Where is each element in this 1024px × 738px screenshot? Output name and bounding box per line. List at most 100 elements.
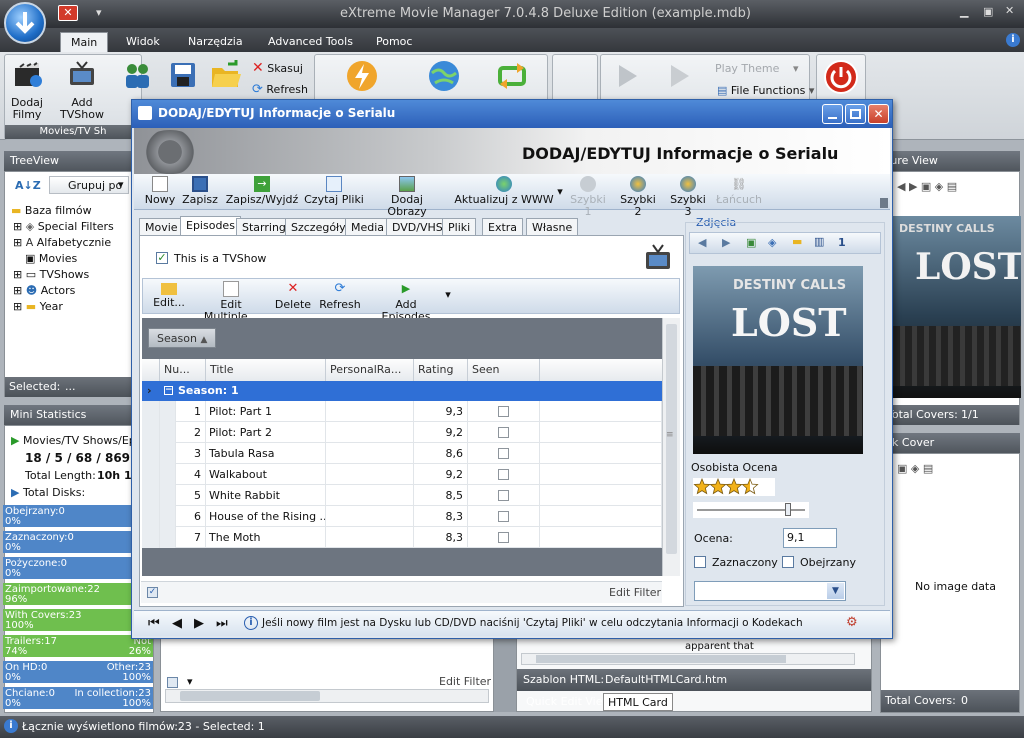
close-window-icon[interactable]: ✕ xyxy=(1005,4,1014,17)
close-document-button[interactable]: ✕ xyxy=(58,5,78,21)
list-checkbox[interactable] xyxy=(167,677,178,688)
add-movies-button[interactable]: Dodaj Filmy xyxy=(7,59,47,121)
seen-checkbox[interactable] xyxy=(498,427,509,438)
add-episodes-dropdown-icon[interactable]: ▾ xyxy=(443,289,453,321)
filter-checkbox[interactable]: ✓ xyxy=(147,587,158,598)
save-button[interactable]: Zapisz xyxy=(180,176,220,208)
image-type-select[interactable]: ▼ xyxy=(694,581,846,601)
seen-checkbox[interactable] xyxy=(498,490,509,501)
tab-advanced-tools[interactable]: Advanced Tools xyxy=(258,32,363,52)
table-row[interactable]: 4 Walkabout 9,2 xyxy=(142,464,662,485)
save-exit-button[interactable]: → Zapisz/Wyjdź xyxy=(222,176,302,208)
tab-pomoc[interactable]: Pomoc xyxy=(366,32,422,52)
sync-arrows-icon[interactable] xyxy=(495,59,529,93)
seen-checkbox[interactable] xyxy=(498,532,509,543)
slider-thumb[interactable] xyxy=(785,503,791,516)
tab-extra[interactable]: Extra xyxy=(482,218,524,236)
tab-narzedzia[interactable]: Narzędzia xyxy=(178,32,253,52)
edit-multiple-button[interactable]: Edit Multiple... xyxy=(193,281,269,323)
read-files-button[interactable]: Czytaj Pliki xyxy=(304,176,364,208)
table-row[interactable]: 7 The Moth 8,3 xyxy=(142,527,662,548)
dialog-minimize-button[interactable] xyxy=(822,104,843,124)
dialog-close-button[interactable]: ✕ xyxy=(868,104,889,124)
quick3-button[interactable]: Szybki 3 xyxy=(666,176,710,218)
quick1-button[interactable]: Szybki 1 xyxy=(566,176,610,218)
obejrzany-checkbox[interactable] xyxy=(782,556,794,568)
play-next-icon[interactable] xyxy=(667,63,693,89)
tab-szczegoly[interactable]: Szczegóły xyxy=(285,218,352,236)
refresh-button[interactable]: ⟳ Refresh xyxy=(252,82,308,97)
prev-image-icon[interactable]: ◀ xyxy=(698,236,706,249)
html-scrollbar[interactable] xyxy=(521,653,855,665)
delete-episode-button[interactable]: ✕ Delete xyxy=(273,281,313,313)
list-scrollbar[interactable] xyxy=(165,689,489,703)
tab-wlasne[interactable]: Własne xyxy=(526,218,579,236)
list-dropdown-icon[interactable]: ▾ xyxy=(187,675,193,688)
add-episodes-button[interactable]: ▶ Add Episodes xyxy=(371,281,441,323)
html-card-tab[interactable]: HTML Card xyxy=(603,693,673,711)
open-image-folder-icon[interactable]: ▬ xyxy=(792,235,802,248)
app-orb-button[interactable] xyxy=(4,2,46,44)
pic-nav-icons[interactable]: ◀ ▶ ▣ ◈ ▤ xyxy=(897,180,957,193)
next-record-icon[interactable]: ▶ xyxy=(194,616,204,631)
table-row[interactable]: 5 White Rabbit 8,5 xyxy=(142,485,662,506)
people-icon[interactable] xyxy=(122,60,152,90)
play-icon[interactable] xyxy=(615,63,641,89)
prev-record-icon[interactable]: ◀ xyxy=(172,616,182,631)
table-row[interactable]: 2 Pilot: Part 2 9,2 xyxy=(142,422,662,443)
seen-checkbox[interactable] xyxy=(498,448,509,459)
season-group-row[interactable]: › − Season: 1 xyxy=(142,381,662,401)
dialog-maximize-button[interactable] xyxy=(845,104,866,124)
toolbar-overflow-icon[interactable] xyxy=(880,198,888,208)
update-www-dropdown-icon[interactable]: ▾ xyxy=(555,186,565,218)
html-scroll-thumb[interactable] xyxy=(536,655,786,663)
power-exit-icon[interactable] xyxy=(823,59,859,95)
table-row[interactable]: 1 Pilot: Part 1 9,3 xyxy=(142,401,662,422)
tab-media[interactable]: Media xyxy=(345,218,391,236)
next-image-icon[interactable]: ▶ xyxy=(722,236,730,249)
tab-dvd-vhs[interactable]: DVD/VHS xyxy=(386,218,449,236)
col-rating[interactable]: Rating xyxy=(414,359,468,381)
col-seen[interactable]: Seen xyxy=(468,359,540,381)
table-row[interactable]: 6 House of the Rising ... 8,3 xyxy=(142,506,662,527)
refresh-episodes-button[interactable]: ⟳ Refresh xyxy=(317,281,363,313)
edit-episode-button[interactable]: Edit... xyxy=(149,281,189,313)
minimize-window-icon[interactable]: ▁ xyxy=(960,5,968,18)
star-rating[interactable] xyxy=(693,478,775,496)
quick-access-dropdown-icon[interactable]: ▾ xyxy=(96,6,102,19)
add-images-button[interactable]: Dodaj Obrazy xyxy=(372,176,442,218)
col-number[interactable]: Nu... xyxy=(160,359,206,381)
col-title[interactable]: Title xyxy=(206,359,326,381)
tab-main[interactable]: Main xyxy=(60,32,109,52)
update-www-button[interactable]: Aktualizuj z WWW xyxy=(452,176,556,208)
list-edit-filter[interactable]: Edit Filter xyxy=(439,675,491,688)
restore-window-icon[interactable]: ▣ xyxy=(983,5,993,18)
tab-pliki[interactable]: Pliki xyxy=(442,218,477,236)
tree-item-year[interactable]: ⊞ ▬ Year xyxy=(13,300,63,313)
zaznaczony-checkbox[interactable] xyxy=(694,556,706,568)
collapse-icon[interactable]: − xyxy=(164,386,173,395)
quick-edit-tab[interactable]: Quick Edit View xyxy=(523,693,615,711)
tree-item-tvshows[interactable]: ⊞ ▭ TVShows xyxy=(13,268,89,281)
season-group-chip[interactable]: Season ▲ xyxy=(148,328,217,348)
tree-item-alphabetical[interactable]: ⊞ A Alfabetycznie xyxy=(13,236,111,249)
scroll-thumb[interactable] xyxy=(180,691,320,701)
image-options-icon[interactable]: ◈ xyxy=(768,236,776,249)
new-button[interactable]: Nowy xyxy=(142,176,178,208)
tab-starring[interactable]: Starring xyxy=(236,218,292,236)
tab-episodes[interactable]: Episodes xyxy=(180,216,241,236)
delete-button[interactable]: ✕ Skasuj xyxy=(252,60,303,76)
chain-button[interactable]: ⛓ Łańcuch xyxy=(716,176,762,208)
add-tvshow-button[interactable]: Add TVShow xyxy=(49,59,115,121)
tree-item-actors[interactable]: ⊞ ☻ Actors xyxy=(13,284,75,297)
tree-root[interactable]: ▬ Baza filmów xyxy=(11,204,92,217)
seen-checkbox[interactable] xyxy=(498,469,509,480)
update-lightning-icon[interactable] xyxy=(345,59,379,93)
settings-icon[interactable]: ⚙ xyxy=(846,615,858,630)
seen-checkbox[interactable] xyxy=(498,511,509,522)
play-theme-button[interactable]: Play Theme xyxy=(715,62,779,75)
play-theme-dropdown-icon[interactable]: ▾ xyxy=(793,62,799,75)
tree-item-movies[interactable]: ▣ Movies xyxy=(25,252,77,265)
rating-slider[interactable] xyxy=(693,502,809,518)
help-icon[interactable]: i xyxy=(1006,33,1020,47)
